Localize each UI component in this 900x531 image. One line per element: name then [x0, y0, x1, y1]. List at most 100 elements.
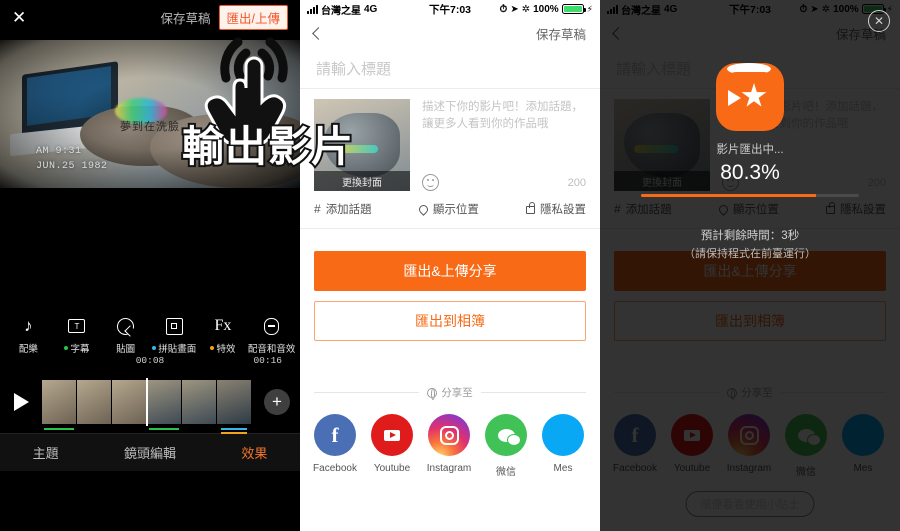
battery-icon	[561, 4, 586, 14]
fx-icon: Fx	[214, 317, 232, 334]
show-location-button[interactable]: 顯示位置	[416, 201, 479, 217]
social-label: Mes	[553, 463, 573, 474]
share-facebook[interactable]: f Facebook	[312, 414, 358, 478]
change-cover-label[interactable]: 更換封面	[314, 171, 410, 191]
tab-theme[interactable]: 主題	[33, 443, 59, 462]
location-arrow-icon: ➤	[510, 3, 519, 15]
vivavideo-logo-icon	[719, 63, 781, 128]
description-input[interactable]: 描述下你的影片吧！添加話題，讓更多人看到你的作品哦	[422, 99, 586, 133]
music-note-icon: ♪	[24, 316, 33, 335]
status-bar: 台灣之星 4G 下午7:03 ⏱ ➤ ✲ 100% ⚡	[300, 0, 600, 18]
export-upload-button[interactable]: 匯出/上傳	[218, 4, 288, 30]
location-pin-icon	[416, 202, 430, 216]
microphone-icon	[248, 314, 296, 338]
add-topic-button[interactable]: # 添加話題	[314, 201, 372, 217]
panel-export-progress: 台灣之星 4G 下午7:03 ⏱ ➤ ✲ 100% ⚡ 保存草稿 請輸入標題 更…	[600, 0, 900, 531]
description-footer: 200	[422, 174, 586, 191]
clip-thumbnail[interactable]	[41, 380, 77, 430]
tab-effects[interactable]: 效果	[241, 443, 267, 462]
tool-sticker[interactable]: 貼圖	[102, 314, 150, 355]
meta-label: 添加話題	[325, 204, 372, 216]
exporting-label: 影片匯出中...	[716, 144, 784, 156]
stamp-time: AM 9:31	[36, 146, 82, 157]
preview-subtitle: 夢到在洗臉	[120, 121, 180, 133]
wechat-icon	[485, 414, 527, 456]
share-messenger[interactable]: Mes	[540, 414, 586, 478]
alarm-icon: ⏱	[499, 3, 508, 15]
share-youtube[interactable]: Youtube	[369, 414, 415, 478]
privacy-settings-button[interactable]: 隱私設置	[526, 201, 586, 217]
clip-thumbnail[interactable]	[181, 380, 217, 424]
tool-label: 拼貼畫面	[158, 344, 197, 355]
clip-thumbnail[interactable]	[111, 380, 147, 424]
eta-text: 預計剩餘時間：3秒 （請保持程式在前臺運行）	[684, 227, 816, 263]
cover-thumbnail[interactable]: 更換封面	[314, 99, 410, 191]
share-instagram[interactable]: Instagram	[426, 414, 472, 478]
social-label: Youtube	[373, 463, 411, 474]
instagram-icon	[428, 414, 470, 456]
meta-label: 隱私設置	[540, 204, 586, 216]
laptop-screen-shape	[27, 66, 111, 126]
tool-label: 配樂	[18, 344, 38, 355]
social-label: Facebook	[313, 463, 357, 474]
clip-thumbnail[interactable]	[216, 380, 252, 434]
messenger-icon	[542, 414, 584, 456]
description-column: 描述下你的影片吧！添加話題，讓更多人看到你的作品哦 200	[422, 99, 586, 191]
globe-icon	[427, 387, 438, 400]
export-percent: 80.3%	[720, 161, 780, 184]
add-clip-button[interactable]: +	[264, 389, 290, 415]
youtube-icon	[371, 414, 413, 456]
save-draft-button[interactable]: 保存草稿	[161, 8, 211, 27]
tool-subtitle[interactable]: T 字幕	[53, 314, 101, 355]
charging-bolt-icon: ⚡	[586, 3, 593, 14]
title-input[interactable]: 請輸入標題	[300, 48, 600, 89]
tool-effects[interactable]: Fx 特效	[199, 314, 247, 355]
panel-video-editor: ✕ 保存草稿 匯出/上傳 夢到在洗臉 AM 9:31 JUN.25 1982 ♪…	[0, 0, 300, 531]
export-upload-share-button[interactable]: 匯出&上傳分享	[314, 251, 586, 291]
meta-label: 顯示位置	[432, 204, 479, 216]
playhead[interactable]	[145, 378, 148, 426]
text-box-icon: T	[53, 314, 101, 338]
clip-thumbnail[interactable]	[146, 380, 182, 430]
timeline-total-time: 00:16	[253, 355, 282, 366]
facebook-icon: f	[314, 414, 356, 456]
status-dot	[64, 346, 69, 350]
eta-line-1: 預計剩餘時間：3秒	[700, 230, 800, 242]
social-label: 微信	[496, 467, 516, 478]
clip-thumbnail[interactable]	[76, 380, 112, 424]
close-icon[interactable]: ✕	[12, 9, 26, 26]
editor-spacer	[0, 188, 300, 308]
export-to-album-button[interactable]: 匯出到相簿	[314, 301, 586, 341]
social-label: Instagram	[426, 463, 472, 474]
tool-label: 字幕	[70, 344, 90, 355]
tool-music[interactable]: ♪ 配樂	[4, 314, 52, 355]
editor-header: ✕ 保存草稿 匯出/上傳	[0, 0, 300, 34]
tool-collage[interactable]: 拼貼畫面	[150, 314, 198, 355]
description-row: 更換封面 描述下你的影片吧！添加話題，讓更多人看到你的作品哦 200	[300, 89, 600, 191]
preview-timestamp: AM 9:31 JUN.25 1982	[36, 144, 108, 174]
status-dot	[152, 346, 157, 350]
editor-tabs: 主題 鏡頭編輯 效果	[0, 433, 300, 471]
progress-bar	[641, 194, 859, 197]
status-dot	[210, 346, 215, 350]
battery-percent: 100%	[533, 3, 559, 15]
meta-row: # 添加話題 顯示位置 隱私設置	[300, 191, 600, 229]
clip-strip[interactable]	[37, 378, 256, 434]
timeline-times: 00:08 00:16	[0, 355, 300, 371]
collage-icon	[150, 314, 198, 338]
play-icon[interactable]	[14, 393, 29, 411]
hashtag-icon: #	[314, 202, 321, 216]
editor-toolbar: ♪ 配樂 T 字幕 貼圖 拼貼畫面 Fx 特效 配音和音效	[0, 308, 300, 355]
share-to-label: 分享至	[441, 387, 473, 399]
save-draft-button[interactable]: 保存草稿	[536, 24, 586, 43]
video-preview[interactable]: 夢到在洗臉 AM 9:31 JUN.25 1982	[0, 40, 300, 188]
chevron-left-icon[interactable]	[312, 26, 325, 40]
tab-clip-edit[interactable]: 鏡頭編輯	[124, 443, 176, 462]
close-circle-icon[interactable]: ✕	[868, 10, 890, 32]
lock-icon	[526, 202, 535, 214]
panel-share-form: 台灣之星 4G 下午7:03 ⏱ ➤ ✲ 100% ⚡ 保存草稿 請輸入標題 更…	[300, 0, 600, 531]
stamp-date: JUN.25 1982	[36, 161, 108, 172]
tool-voiceover[interactable]: 配音和音效	[248, 314, 296, 355]
smiley-icon[interactable]	[422, 174, 439, 191]
share-wechat[interactable]: 微信	[483, 414, 529, 478]
